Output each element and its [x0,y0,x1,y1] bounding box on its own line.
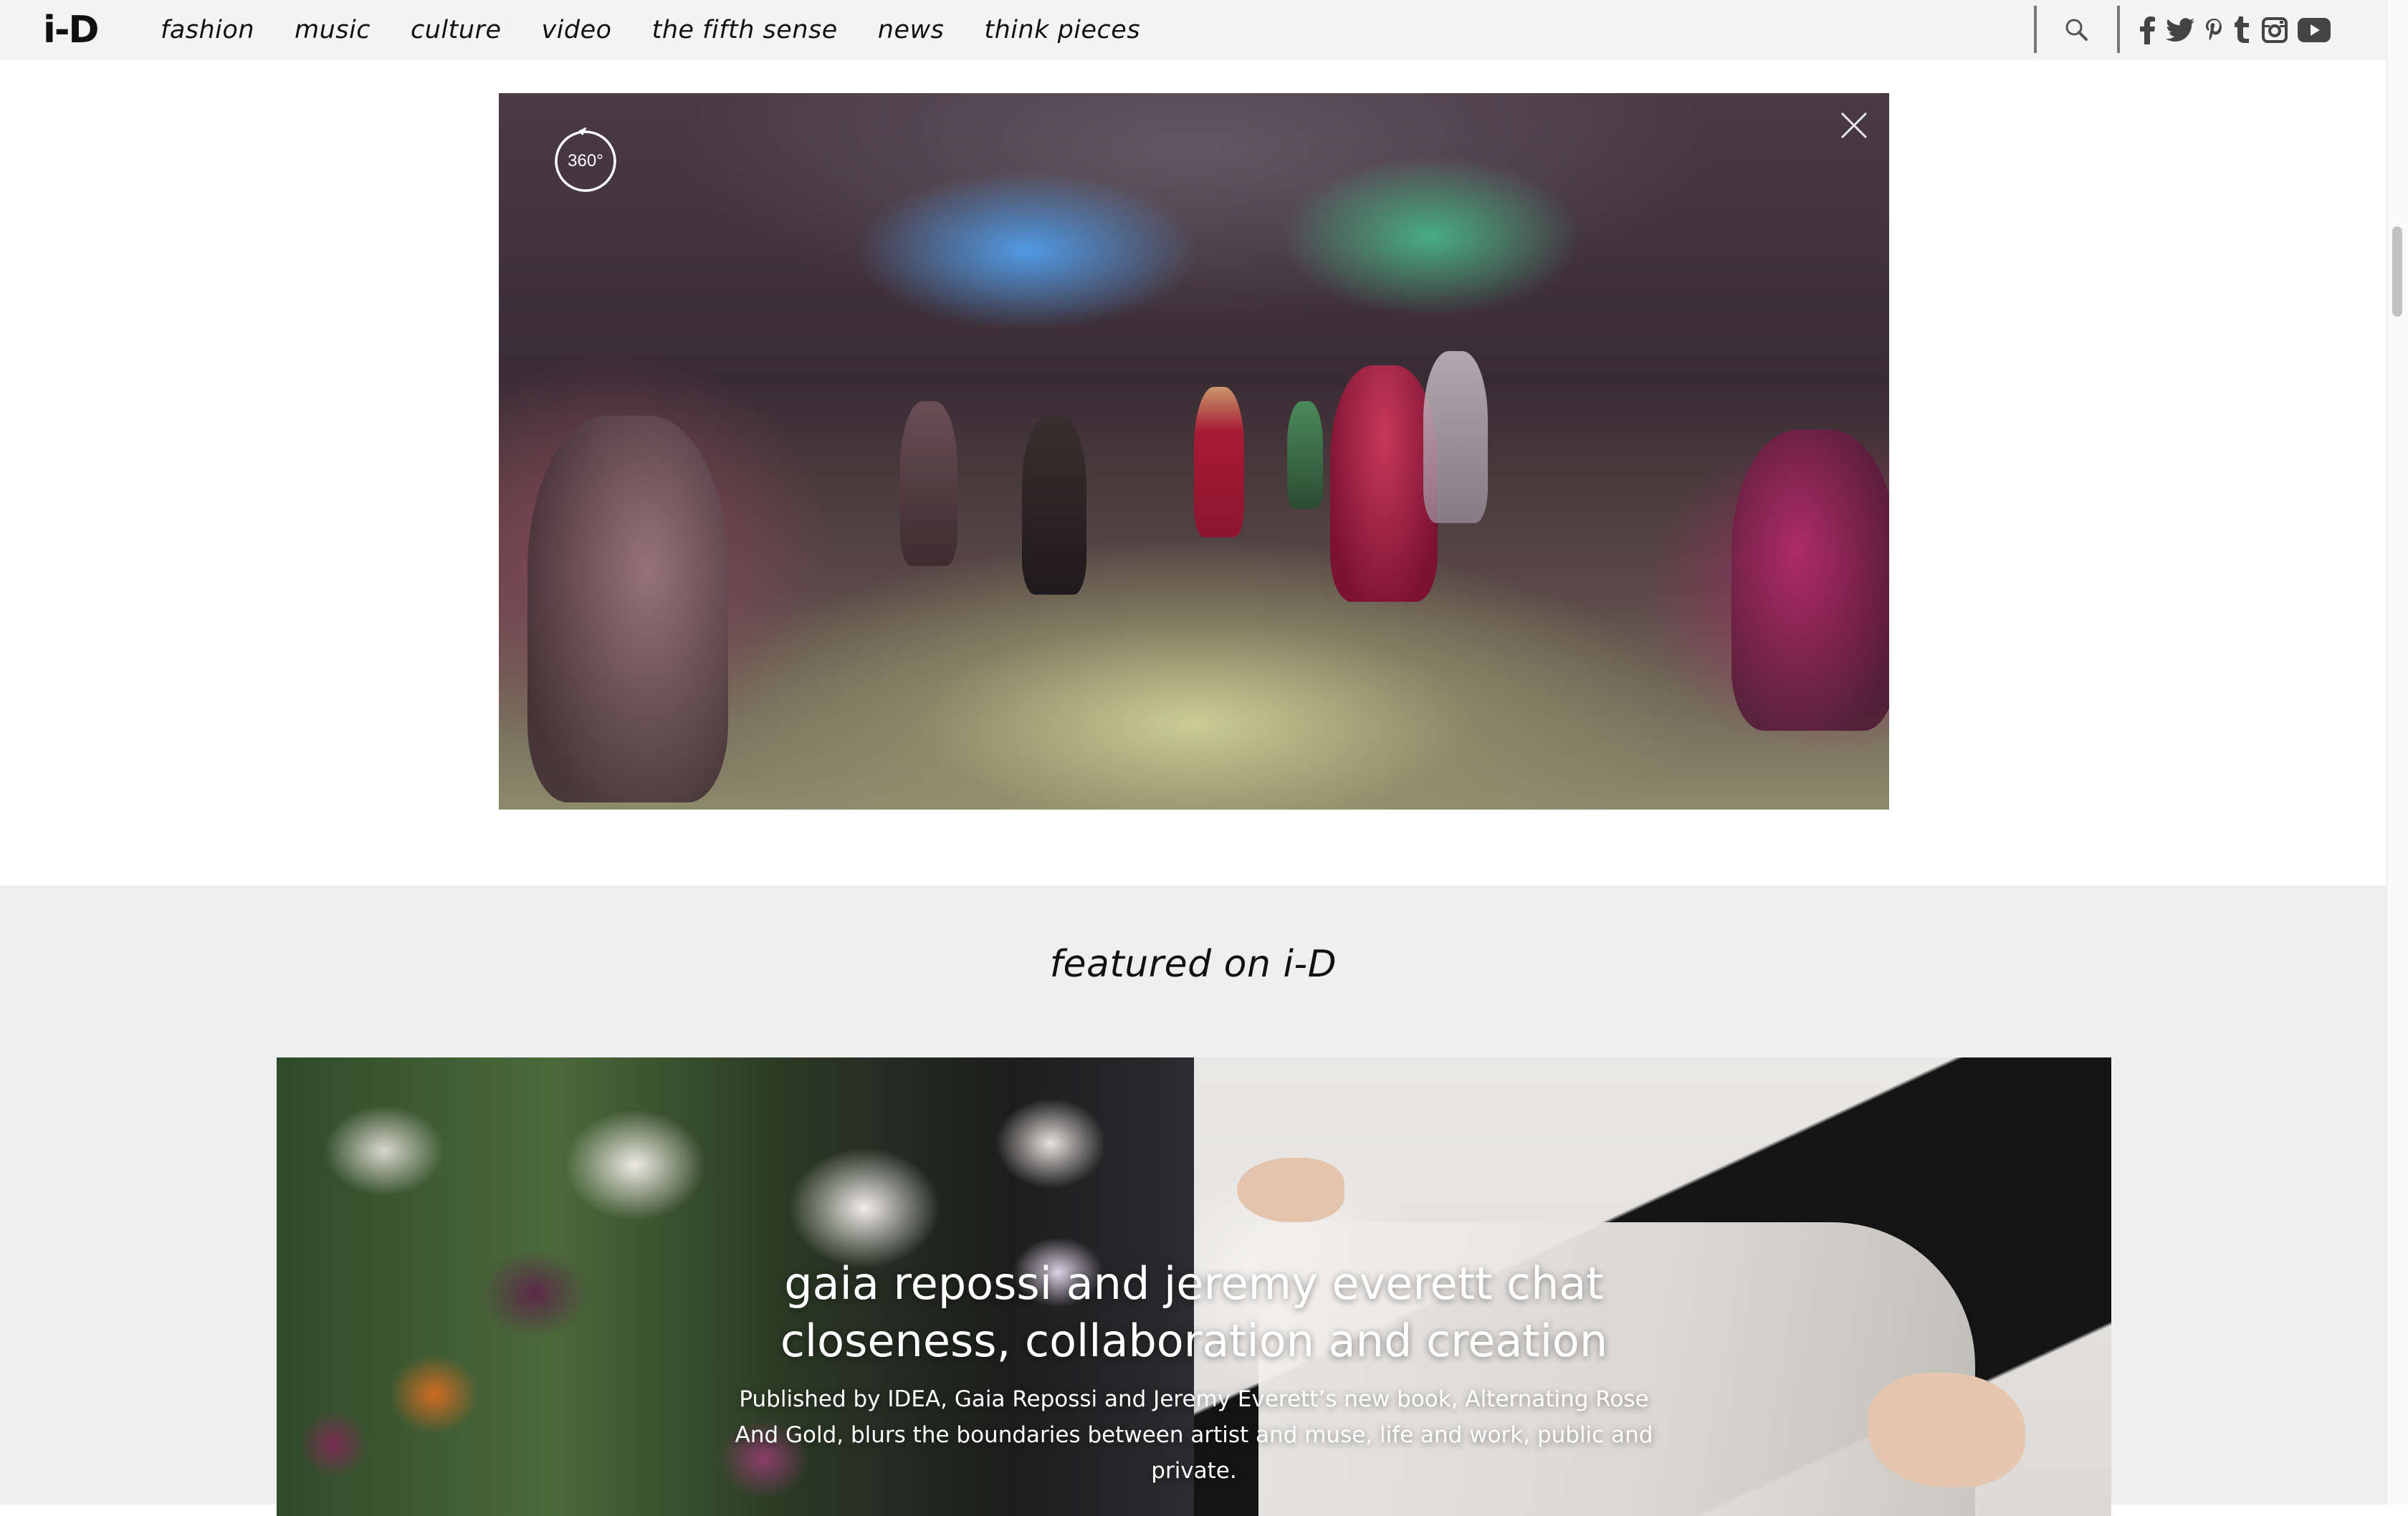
hand-shape [1237,1158,1344,1222]
article-text: gaia repossi and jeremy everett chat clo… [277,1255,2111,1489]
video-dancer [1330,365,1438,602]
video-dancer [900,401,957,566]
video-player-360[interactable]: 360° [499,93,1889,810]
nav-link-think-pieces[interactable]: think pieces [984,16,1140,44]
twitter-icon[interactable] [2166,14,2194,47]
facebook-icon[interactable] [2140,14,2156,47]
nav-link-fashion[interactable]: fashion [161,16,254,44]
video-dancer [1731,430,1889,731]
featured-title: featured on i-D [1049,943,1337,986]
video-dancer [1022,416,1086,595]
youtube-icon[interactable] [2298,14,2331,47]
nav-link-the-fifth-sense[interactable]: the fifth sense [652,16,838,44]
scrollbar-thumb[interactable] [2392,226,2402,317]
instagram-icon[interactable] [2262,14,2288,47]
video-dancer [1423,351,1488,523]
page-scrollbar[interactable] [2386,0,2408,1505]
featured-article-card[interactable]: gaia repossi and jeremy everett chat clo… [277,1057,2111,1516]
nav-link-news[interactable]: news [878,16,945,44]
nav-link-culture[interactable]: culture [411,16,501,44]
360-badge-label: 360° [568,151,603,171]
tumblr-icon[interactable] [2235,14,2252,47]
video-dancer [1194,387,1244,537]
article-description: Published by IDEA, Gaia Repossi and Jere… [735,1386,1653,1484]
nav-link-video[interactable]: video [541,16,611,44]
nav-link-music[interactable]: music [295,16,371,44]
close-icon [1840,112,1868,139]
close-video-button[interactable] [1838,109,1870,142]
search-icon [2065,19,2088,41]
360-badge[interactable]: 360° [553,126,618,192]
article-headline[interactable]: gaia repossi and jeremy everett chat clo… [721,1255,1667,1370]
nav-links: fashion music culture video the fifth se… [161,0,1180,60]
top-navigation: i-D fashion music culture video the fift… [0,0,2386,60]
social-links [2140,11,2331,49]
nav-divider [2117,6,2120,53]
nav-divider [2034,6,2037,53]
video-dancer [527,416,728,802]
pinterest-icon[interactable] [2204,14,2225,47]
featured-section: featured on i-D gaia repossi and jeremy … [0,886,2386,1516]
site-logo[interactable]: i-D [43,9,100,52]
video-dancer [1287,401,1323,509]
search-button[interactable] [2063,16,2091,44]
